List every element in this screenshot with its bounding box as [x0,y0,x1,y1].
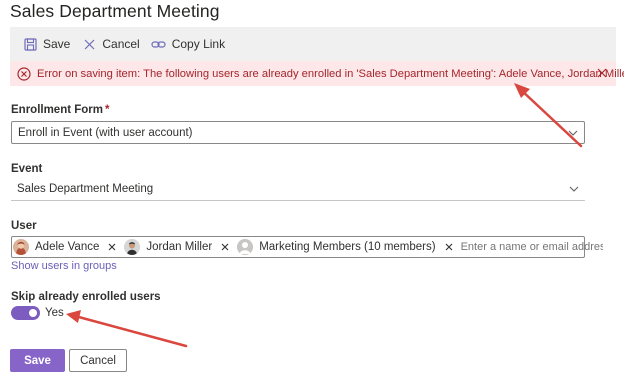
toolbar-cancel-label: Cancel [102,37,140,51]
show-users-in-groups-link[interactable]: Show users in groups [11,260,117,272]
persona-name: Jordan Miller [146,241,213,253]
skip-enrolled-toggle-row: Yes [11,306,64,320]
people-picker[interactable]: Adele Vance Jordan Miller Marketing Memb… [11,236,603,258]
toolbar-save-label: Save [43,37,71,51]
required-marker: * [105,104,110,116]
close-icon [81,36,97,52]
enrollment-form-dropdown[interactable]: Enroll in Event (with user account) [11,121,585,144]
persona-marketing-members[interactable]: Marketing Members (10 members) [236,237,459,257]
page-title: Sales Department Meeting [10,1,220,21]
chevron-down-icon [569,184,579,194]
dismiss-error-icon[interactable] [596,67,608,79]
annotation-arrow-toggle [66,310,188,348]
toolbar-copy-link-label: Copy Link [171,37,226,51]
remove-icon[interactable] [445,243,453,251]
remove-icon[interactable] [108,243,116,251]
skip-enrolled-label: Skip already enrolled users [11,291,161,303]
skip-enrolled-toggle[interactable] [11,306,40,320]
command-bar: Save Cancel Copy Link [10,27,616,61]
group-avatar-icon [237,239,254,255]
toggle-state-text: Yes [45,307,64,319]
persona-adele-vance[interactable]: Adele Vance [12,237,123,257]
remove-icon[interactable] [221,243,229,251]
event-value: Sales Department Meeting [17,183,154,195]
error-message-bar: Error on saving item: The following user… [10,61,624,86]
toggle-knob [29,309,37,317]
persona-name: Marketing Members (10 members) [259,241,436,253]
avatar [124,239,141,255]
people-search-input[interactable] [460,241,603,253]
save-icon [22,36,38,52]
persona-jordan-miller[interactable]: Jordan Miller [123,237,236,257]
save-button[interactable]: Save [10,349,65,372]
error-circle-icon [17,66,31,81]
toolbar-copy-link-button[interactable]: Copy Link [151,36,225,52]
cancel-button[interactable]: Cancel [69,349,127,372]
user-label: User [11,220,37,232]
event-label: Event [11,163,43,175]
avatar [13,239,29,255]
chevron-down-icon [568,128,578,138]
enrollment-form-value: Enroll in Event (with user account) [18,126,193,139]
enrollment-form-label: Enrollment Form * [11,104,110,116]
toolbar-save-button[interactable]: Save [22,36,70,52]
persona-name: Adele Vance [35,241,100,253]
toolbar-cancel-button[interactable]: Cancel [81,36,140,52]
error-message-text: Error on saving item: The following user… [37,67,624,80]
event-dropdown[interactable]: Sales Department Meeting [11,178,585,201]
enrollment-form-label-text: Enrollment Form [11,104,104,116]
link-icon [151,36,167,52]
